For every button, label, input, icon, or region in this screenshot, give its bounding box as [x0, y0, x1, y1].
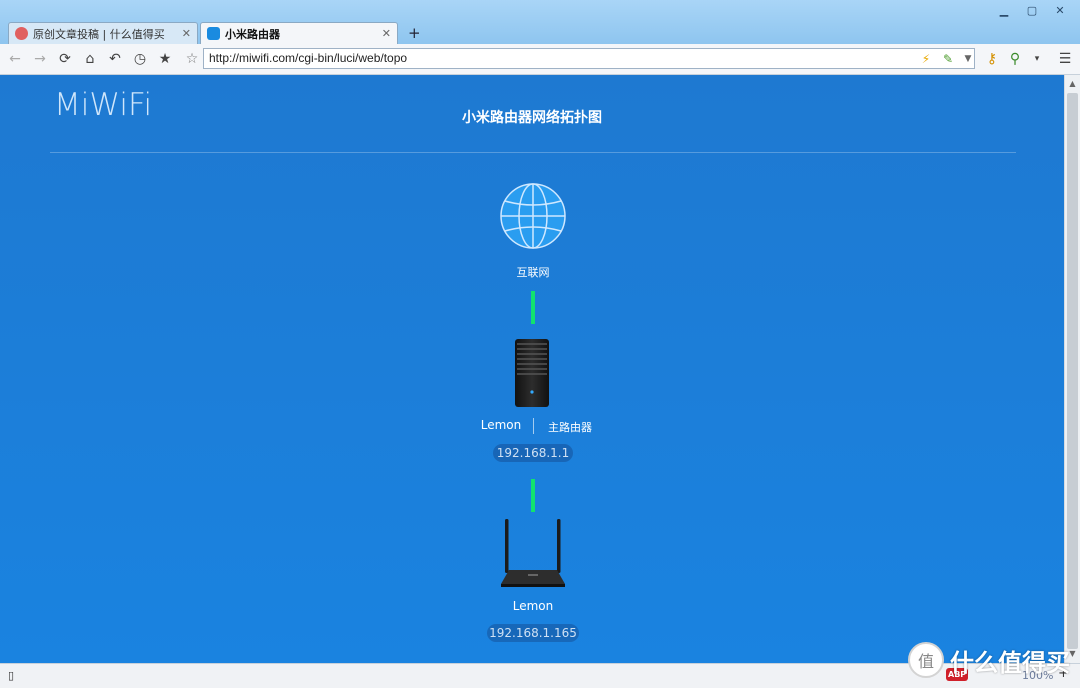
- toolbar-dropdown-icon[interactable]: ▾: [1028, 50, 1046, 68]
- watermark-badge: 值: [908, 642, 944, 678]
- main-router-icon[interactable]: [513, 339, 551, 407]
- refresh-icon[interactable]: ⟳: [56, 50, 74, 68]
- internet-globe-icon[interactable]: [500, 183, 566, 249]
- watermark-text: 什么值得买: [950, 648, 1070, 677]
- window-controls: ▁ ▢ ✕: [992, 2, 1072, 18]
- main-router-ip-badge: 192.168.1.1: [493, 444, 573, 462]
- window-titlebar: ▁ ▢ ✕ 原创文章投稿 | 什么值得买 ✕ 小米路由器 ✕ +: [0, 0, 1080, 44]
- close-window-button[interactable]: ✕: [1048, 2, 1072, 18]
- sub-router-name: Lemon: [512, 599, 554, 613]
- tab-label: 小米路由器: [225, 27, 280, 41]
- back-icon[interactable]: ←: [6, 50, 24, 68]
- menu-icon[interactable]: ☰: [1056, 50, 1074, 68]
- main-router-role: 主路由器: [548, 421, 592, 434]
- smzdm-favicon-icon: [15, 27, 28, 40]
- wifi-favicon-icon: [207, 27, 220, 40]
- label-separator: [533, 418, 534, 434]
- divider: [50, 152, 1016, 153]
- close-tab-icon[interactable]: ✕: [182, 27, 191, 40]
- connection-line: [531, 479, 535, 512]
- sub-router-ip-badge: 192.168.1.165: [487, 624, 579, 642]
- undo-icon[interactable]: ↶: [106, 50, 124, 68]
- history-icon[interactable]: ◷: [131, 50, 149, 68]
- address-bar[interactable]: http://miwifi.com/cgi-bin/luci/web/topo …: [203, 48, 975, 69]
- page-title: 小米路由器网络拓扑图: [462, 110, 602, 126]
- address-text[interactable]: http://miwifi.com/cgi-bin/luci/web/topo: [209, 51, 407, 65]
- plugin-icon[interactable]: ✎: [940, 51, 956, 67]
- connection-line: [531, 291, 535, 324]
- tab-label: 原创文章投稿 | 什么值得买: [33, 27, 165, 41]
- tab-xiaomi-router[interactable]: 小米路由器 ✕: [200, 22, 398, 44]
- router-topology-page: MiWiFi 小米路由器网络拓扑图 互联网 Lemon 主路由器 192.168…: [0, 75, 1064, 663]
- minimize-button[interactable]: ▁: [992, 2, 1016, 18]
- watermark: 值 什么值得买: [908, 642, 1070, 678]
- main-router-name: Lemon: [480, 418, 522, 432]
- home-icon[interactable]: ⌂: [81, 50, 99, 68]
- favorites-icon[interactable]: ★: [156, 50, 174, 68]
- tab-smzdm[interactable]: 原创文章投稿 | 什么值得买 ✕: [8, 22, 198, 44]
- browser-toolbar: ← → ⟳ ⌂ ↶ ◷ ★ ☆ http://miwifi.com/cgi-bi…: [0, 44, 1080, 75]
- internet-label: 互联网: [516, 266, 550, 279]
- dropdown-arrow-icon[interactable]: ▼: [960, 51, 976, 67]
- search-icon[interactable]: ⚲: [1006, 50, 1024, 68]
- maximize-button[interactable]: ▢: [1020, 2, 1044, 18]
- bookmark-star-icon[interactable]: ☆: [183, 50, 201, 68]
- close-tab-icon[interactable]: ✕: [382, 27, 391, 40]
- vertical-scrollbar[interactable]: ▲ ▼: [1064, 75, 1080, 663]
- sub-router-icon[interactable]: [499, 518, 567, 590]
- lightning-icon[interactable]: ⚡: [918, 51, 934, 67]
- new-tab-button[interactable]: +: [408, 24, 421, 42]
- scroll-thumb[interactable]: [1067, 93, 1078, 649]
- key-icon[interactable]: ⚷: [983, 50, 1001, 68]
- forward-icon[interactable]: →: [31, 50, 49, 68]
- sidebar-toggle-icon[interactable]: ▯: [8, 669, 14, 682]
- scroll-up-icon[interactable]: ▲: [1065, 76, 1080, 91]
